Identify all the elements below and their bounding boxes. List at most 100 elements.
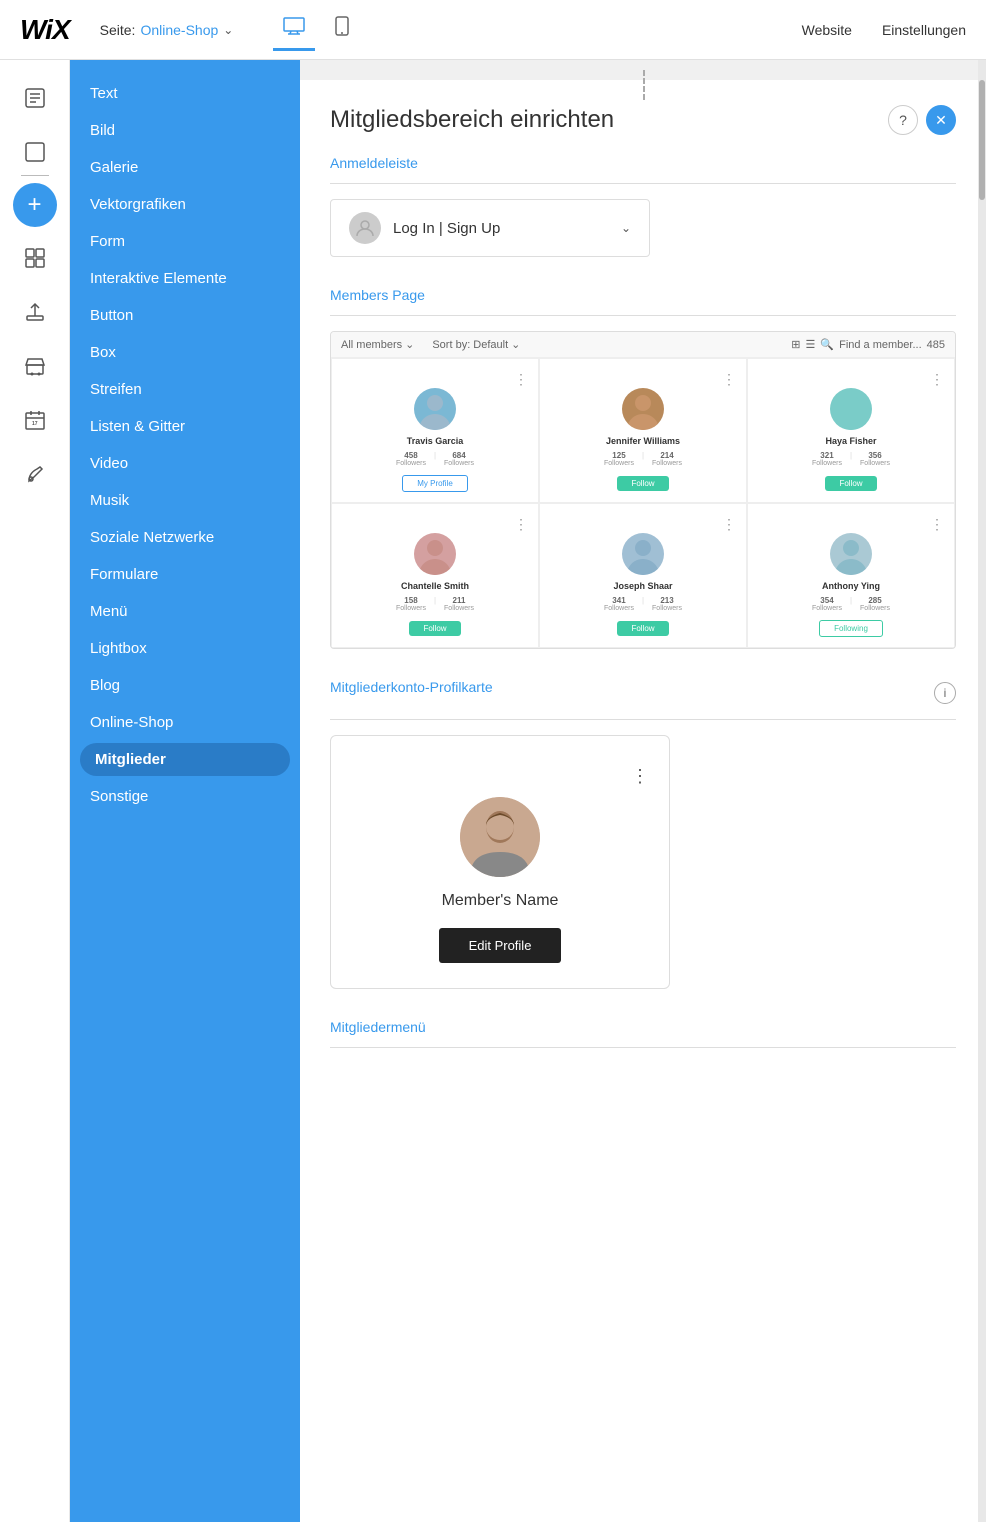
member-stats-chantelle: 158Followers | 211Followers (342, 596, 528, 612)
grid-view-icon[interactable]: ⊞ (791, 338, 800, 351)
member-btn-joseph[interactable]: Follow (617, 621, 668, 636)
profile-card-label: Mitgliederkonto-Profilkarte (330, 679, 493, 695)
member-btn-haya[interactable]: Follow (825, 476, 876, 491)
main-layout: + (0, 60, 986, 1522)
menu-item-box[interactable]: Box (70, 334, 300, 371)
card-menu-icon[interactable]: ⋮ (514, 516, 528, 533)
menu-item-form[interactable]: Form (70, 223, 300, 260)
all-members-dropdown[interactable]: All members ⌄ (341, 338, 414, 351)
panel-header: Mitgliedsbereich einrichten ? ✕ (330, 105, 956, 135)
apps-sidebar-btn[interactable] (12, 235, 58, 281)
member-name-chantelle: Chantelle Smith (342, 581, 528, 591)
member-btn-jennifer[interactable]: Follow (617, 476, 668, 491)
member-btn-anthony[interactable]: Following (819, 620, 883, 637)
settings-link[interactable]: Einstellungen (882, 22, 966, 38)
sort-dropdown[interactable]: Sort by: Default ⌄ (432, 338, 520, 351)
page-selector[interactable]: Seite: Online-Shop ⌄ (100, 22, 234, 38)
profile-card-menu-icon[interactable]: ⋮ (351, 766, 649, 787)
menu-item-streifen[interactable]: Streifen (70, 371, 300, 408)
members-menu-label: Mitgliedermenü (330, 1019, 956, 1035)
panel-header-icons: ? ✕ (888, 105, 956, 135)
member-name-travis: Travis Garcia (342, 436, 528, 446)
members-preview-header: All members ⌄ Sort by: Default ⌄ ⊞ ☰ 🔍 F… (331, 332, 955, 358)
member-stats-joseph: 341Followers | 213Followers (550, 596, 736, 612)
login-bar[interactable]: Log In | Sign Up ⌄ (330, 199, 650, 257)
menu-item-galerie[interactable]: Galerie (70, 149, 300, 186)
page-label: Seite: (100, 22, 136, 38)
menu-item-interaktive[interactable]: Interaktive Elemente (70, 260, 300, 297)
card-menu-icon[interactable]: ⋮ (514, 371, 528, 388)
login-bar-section: Anmeldeleiste Log In | Sign Up ⌄ (330, 155, 956, 257)
add-sidebar-btn[interactable]: + (13, 183, 57, 227)
edit-profile-button[interactable]: Edit Profile (439, 928, 562, 963)
desktop-icon[interactable] (273, 9, 315, 51)
divider-profile (330, 719, 956, 720)
member-name-jennifer: Jennifer Williams (550, 436, 736, 446)
blog-sidebar-btn[interactable] (12, 451, 58, 497)
menu-item-formulare[interactable]: Formulare (70, 556, 300, 593)
card-menu-icon[interactable]: ⋮ (722, 371, 736, 388)
website-link[interactable]: Website (802, 22, 852, 38)
menu-item-soziale[interactable]: Soziale Netzwerke (70, 519, 300, 556)
menu-item-sonstige[interactable]: Sonstige (70, 778, 300, 815)
divider-login (330, 183, 956, 184)
pages-sidebar-btn[interactable] (12, 75, 58, 121)
sort-label: Sort by: Default (432, 339, 508, 351)
main-panel: Mitgliedsbereich einrichten ? ✕ Anmeldel… (300, 80, 986, 1522)
info-icon[interactable]: i (934, 682, 956, 704)
left-menu: Text Bild Galerie Vektorgrafiken Form In… (70, 60, 300, 1522)
member-btn-travis[interactable]: My Profile (402, 475, 468, 492)
mobile-icon[interactable] (325, 8, 359, 52)
divider-members (330, 315, 956, 316)
member-avatar-anthony (830, 533, 872, 575)
menu-item-text[interactable]: Text (70, 75, 300, 112)
member-avatar-joseph (622, 533, 664, 575)
elements-sidebar-btn[interactable] (12, 129, 58, 175)
menu-item-blog[interactable]: Blog (70, 667, 300, 704)
profile-avatar (460, 797, 540, 877)
calendar-sidebar-btn[interactable]: 17 (12, 397, 58, 443)
store-sidebar-btn[interactable] (12, 343, 58, 389)
upload-sidebar-btn[interactable] (12, 289, 58, 335)
menu-item-listen[interactable]: Listen & Gitter (70, 408, 300, 445)
search-placeholder: Find a member... (839, 339, 922, 351)
device-icons (273, 8, 359, 52)
search-icon[interactable]: 🔍 (820, 338, 834, 351)
members-grid: ⋮ Travis Garcia 458Followers | 684Follow… (331, 358, 955, 648)
member-avatar-travis (414, 388, 456, 430)
card-menu-icon[interactable]: ⋮ (930, 371, 944, 388)
member-name-anthony: Anthony Ying (758, 581, 944, 591)
help-button[interactable]: ? (888, 105, 918, 135)
sort-chevron-icon: ⌄ (511, 338, 520, 351)
menu-item-video[interactable]: Video (70, 445, 300, 482)
filter-chevron-icon: ⌄ (405, 338, 414, 351)
menu-item-button[interactable]: Button (70, 297, 300, 334)
member-btn-chantelle[interactable]: Follow (409, 621, 460, 636)
menu-item-bild[interactable]: Bild (70, 112, 300, 149)
scrollbar-track[interactable] (978, 60, 986, 1522)
close-button[interactable]: ✕ (926, 105, 956, 135)
guide-line (300, 60, 986, 80)
menu-item-vektorgrafiken[interactable]: Vektorgrafiken (70, 186, 300, 223)
list-view-icon[interactable]: ☰ (806, 338, 816, 351)
member-count-badge: 485 (927, 339, 945, 351)
card-menu-icon[interactable]: ⋮ (722, 516, 736, 533)
top-nav: WiX Seite: Online-Shop ⌄ Website Einstel… (0, 0, 986, 60)
menu-item-online-shop[interactable]: Online-Shop (70, 704, 300, 741)
page-name: Online-Shop (140, 22, 218, 38)
member-stats-haya: 321Followers | 356Followers (758, 451, 944, 467)
members-preview: All members ⌄ Sort by: Default ⌄ ⊞ ☰ 🔍 F… (330, 331, 956, 649)
card-menu-icon[interactable]: ⋮ (930, 516, 944, 533)
login-bar-label: Anmeldeleiste (330, 155, 956, 171)
login-text: Log In | Sign Up (393, 220, 500, 237)
menu-item-musik[interactable]: Musik (70, 482, 300, 519)
menu-item-menue[interactable]: Menü (70, 593, 300, 630)
member-card-travis: ⋮ Travis Garcia 458Followers | 684Follow… (331, 358, 539, 503)
member-avatar-jennifer (622, 388, 664, 430)
menu-item-mitglieder[interactable]: Mitglieder (80, 743, 290, 776)
profile-member-name: Member's Name (351, 892, 649, 910)
scrollbar-thumb[interactable] (979, 80, 985, 200)
page-chevron-icon: ⌄ (223, 23, 233, 37)
menu-item-lightbox[interactable]: Lightbox (70, 630, 300, 667)
member-stats-travis: 458Followers | 684Followers (342, 451, 528, 467)
